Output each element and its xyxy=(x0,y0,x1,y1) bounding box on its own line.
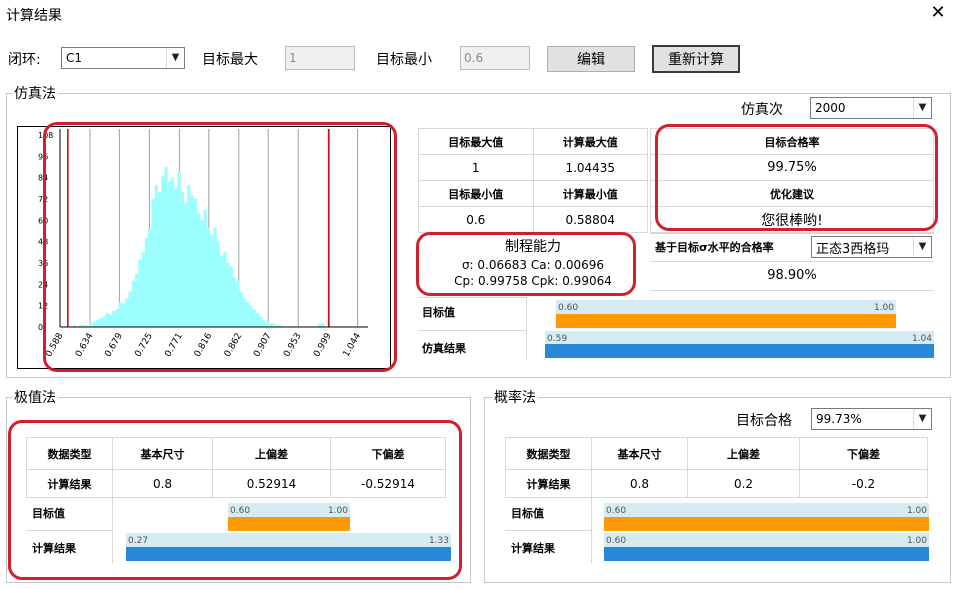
extreme-legend: 极值法 xyxy=(12,387,58,407)
close-icon[interactable]: ✕ xyxy=(928,3,948,23)
prob-upper-header: 上偏差 xyxy=(687,437,800,470)
window-title: 计算结果 xyxy=(6,8,62,24)
calc-max-value: 1.04435 xyxy=(532,154,648,181)
calc-min-value: 0.58804 xyxy=(532,206,648,233)
loop-select[interactable]: C1 ▼ xyxy=(61,47,185,69)
sim-target-range-bar: 0.60 1.00 xyxy=(556,300,896,328)
prob-target-range-bar: 0.60 1.00 xyxy=(604,503,929,531)
sim-result-min-label: 0.59 xyxy=(547,334,568,344)
sim-result-max-label: 1.04 xyxy=(911,334,932,344)
prob-target-max-label: 1.00 xyxy=(906,506,927,516)
prob-target-row-label: 目标值 xyxy=(511,507,544,520)
sigma-level-select[interactable]: 正态3西格玛 ▼ xyxy=(811,236,932,258)
prob-target-bar-fill xyxy=(604,517,929,531)
divider xyxy=(650,233,934,234)
calc-max-header: 计算最大值 xyxy=(532,128,648,155)
prob-result-range-bar: 0.60 1.00 xyxy=(604,533,929,561)
prob-row-label: 计算结果 xyxy=(505,469,592,498)
target-min-input[interactable]: 0.6 xyxy=(460,46,530,70)
divider xyxy=(418,330,526,331)
divider xyxy=(418,297,526,298)
divider xyxy=(650,261,934,262)
iterations-select[interactable]: 2000 ▼ xyxy=(810,97,932,119)
goal-pass-label: 目标合格 xyxy=(736,413,792,429)
highlight-ring-histogram xyxy=(43,122,397,372)
iterations-label: 仿真次 xyxy=(741,102,783,118)
prob-result-min-label: 0.60 xyxy=(606,536,627,546)
goal-pass-value: 99.73% xyxy=(816,412,862,426)
sim-result-bar-fill xyxy=(545,344,934,358)
sigma-rate-value: 98.90% xyxy=(767,268,817,283)
divider xyxy=(650,290,934,291)
simulation-legend: 仿真法 xyxy=(12,83,58,103)
prob-base-header: 基本尺寸 xyxy=(591,437,688,470)
target-max-value: 1 xyxy=(418,154,534,181)
prob-upper-value: 0.2 xyxy=(687,469,800,498)
divider xyxy=(526,297,527,360)
chevron-down-icon[interactable]: ▼ xyxy=(913,237,931,257)
iterations-value: 2000 xyxy=(815,101,846,115)
highlight-ring-extreme xyxy=(8,420,462,580)
loop-label: 闭环: xyxy=(8,52,41,68)
prob-type-header: 数据类型 xyxy=(505,437,592,470)
highlight-ring-capability xyxy=(416,232,636,296)
loop-select-value: C1 xyxy=(66,51,83,65)
prob-lower-header: 下偏差 xyxy=(799,437,928,470)
target-max-label: 目标最大 xyxy=(202,52,258,68)
sim-target-row-label: 目标值 xyxy=(422,306,455,319)
sim-result-range-bar: 0.59 1.04 xyxy=(545,331,934,358)
chevron-down-icon[interactable]: ▼ xyxy=(913,98,931,118)
chevron-down-icon[interactable]: ▼ xyxy=(913,409,931,429)
probability-table: 数据类型 基本尺寸 上偏差 下偏差 计算结果 0.8 0.2 -0.2 xyxy=(505,437,928,498)
prob-result-bar-fill xyxy=(604,547,929,561)
target-min-value: 0.6 xyxy=(418,206,534,233)
target-min-header: 目标最小值 xyxy=(418,180,534,207)
target-max-header: 目标最大值 xyxy=(418,128,534,155)
divider xyxy=(505,530,591,531)
target-min-label: 目标最小 xyxy=(376,52,432,68)
prob-base-value: 0.8 xyxy=(591,469,688,498)
calc-min-header: 计算最小值 xyxy=(532,180,648,207)
chevron-down-icon[interactable]: ▼ xyxy=(166,48,184,68)
probability-legend: 概率法 xyxy=(492,387,538,407)
sigma-level-value: 正态3西格玛 xyxy=(816,241,890,257)
sim-minmax-table: 目标最大值 计算最大值 1 1.04435 目标最小值 计算最小值 0.6 0.… xyxy=(418,128,648,233)
recalculate-button[interactable]: 重新计算 xyxy=(652,45,740,73)
sim-target-min-label: 0.60 xyxy=(558,303,579,313)
sim-result-row-label: 仿真结果 xyxy=(422,342,466,355)
edit-button[interactable]: 编辑 xyxy=(547,46,635,72)
sim-target-bar-fill xyxy=(556,314,896,328)
prob-result-row-label: 计算结果 xyxy=(511,542,555,555)
sigma-rate-label: 基于目标σ水平的合格率 xyxy=(655,241,774,254)
prob-result-max-label: 1.00 xyxy=(906,536,927,546)
highlight-ring-pass-rate xyxy=(655,124,938,231)
target-max-input[interactable]: 1 xyxy=(285,46,355,70)
divider xyxy=(591,497,592,563)
prob-lower-value: -0.2 xyxy=(799,469,928,498)
sim-target-max-label: 1.00 xyxy=(873,303,894,313)
goal-pass-select[interactable]: 99.73% ▼ xyxy=(811,408,932,430)
prob-target-min-label: 0.60 xyxy=(606,506,627,516)
